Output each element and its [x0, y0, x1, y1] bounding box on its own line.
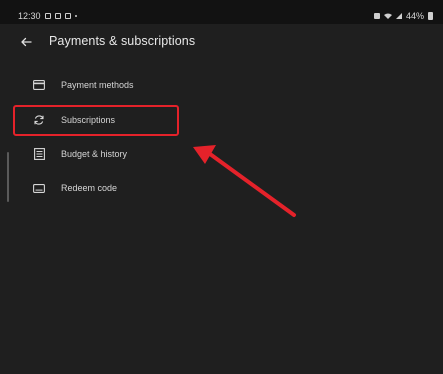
menu-item-label: Budget & history: [61, 149, 128, 159]
back-arrow-icon[interactable]: [18, 34, 34, 50]
status-time: 12:30: [18, 11, 41, 21]
screen: Payments & subscriptions Payment methods…: [0, 24, 443, 374]
menu-item-redeem-code[interactable]: Redeem code: [18, 175, 398, 201]
menu-item-payment-methods[interactable]: Payment methods: [18, 72, 398, 98]
nfc-icon: [373, 13, 380, 19]
scroll-indicator[interactable]: [7, 152, 9, 202]
battery-percent: 44%: [405, 11, 424, 21]
signal-icon: [395, 13, 402, 19]
battery-icon: [428, 12, 433, 20]
wifi-icon: [383, 13, 392, 19]
credit-card-icon: [32, 78, 46, 92]
annotation-highlight-box: [13, 105, 179, 136]
notification-icon: [44, 13, 51, 19]
page-title: Payments & subscriptions: [49, 34, 196, 48]
receipt-icon: [32, 147, 46, 161]
status-right: 44%: [373, 11, 433, 21]
app-bar: Payments & subscriptions: [0, 24, 443, 60]
menu-item-budget-history[interactable]: Budget & history: [18, 141, 398, 167]
menu-item-label: Redeem code: [61, 183, 118, 193]
image-icon: [54, 13, 61, 19]
keyboard-icon: [32, 181, 46, 195]
menu-item-label: Payment methods: [61, 80, 134, 90]
status-bar: 12:30 44%: [0, 0, 443, 24]
more-notifications-icon: [74, 15, 77, 17]
mail-icon: [64, 13, 71, 19]
status-left: 12:30: [18, 11, 77, 21]
